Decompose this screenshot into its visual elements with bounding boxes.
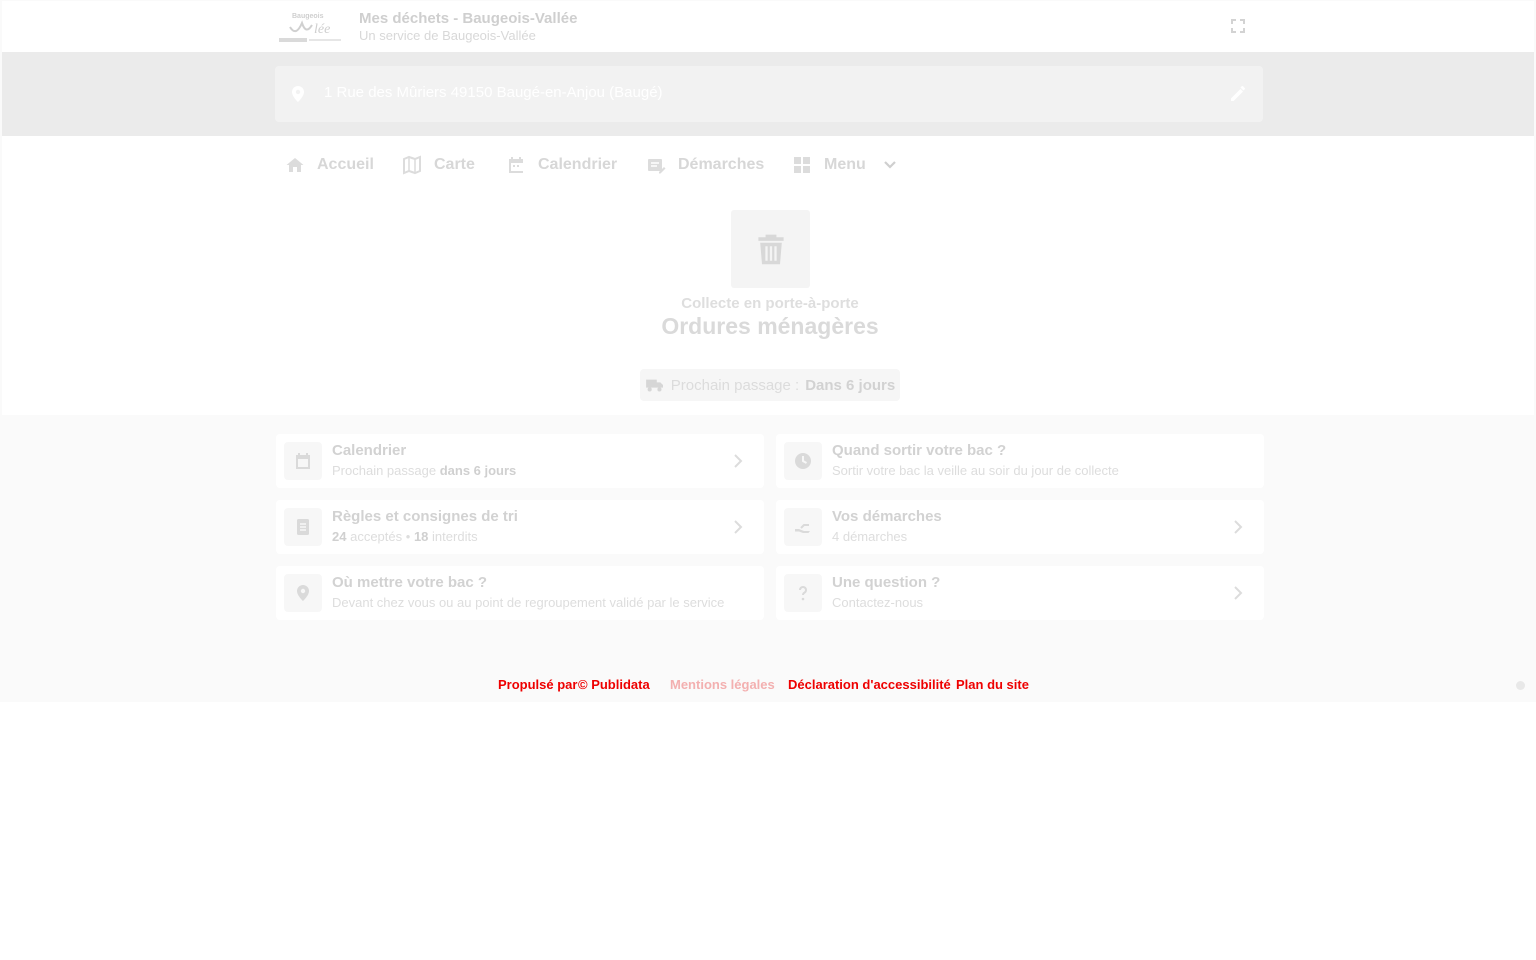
chevron-down-icon <box>884 161 896 169</box>
card-title: Quand sortir votre bac ? <box>832 442 1007 459</box>
collection-type: Collecte en porte-à-porte <box>681 295 859 312</box>
header <box>2 1 1534 52</box>
form-icon <box>648 159 666 174</box>
nav-label: Menu <box>824 156 866 173</box>
card-title: Une question ? <box>832 574 941 591</box>
nav-item-calendrier[interactable]: Calendrier <box>506 154 617 176</box>
card-quand-sortir[interactable]: Quand sortir votre bac ? Sortir votre ba… <box>776 434 1264 488</box>
waste-stream-title: Ordures ménagères <box>661 313 879 339</box>
card-subtitle: 24 acceptés • 18 interdits <box>332 529 478 544</box>
card-subtitle: 4 démarches <box>832 529 908 544</box>
nav-label: Accueil <box>317 156 374 173</box>
map-pin-icon <box>284 574 322 612</box>
card-title: Calendrier <box>332 442 407 459</box>
footer-link-accessibilite[interactable]: Déclaration d'accessibilité <box>788 677 951 692</box>
chevron-right-icon <box>734 454 743 468</box>
nav-label: Démarches <box>678 156 765 173</box>
card-subtitle: Prochain passage dans 6 jours <box>332 463 517 478</box>
fullscreen-icon[interactable] <box>1228 16 1248 36</box>
card-title: Où mettre votre bac ? <box>332 574 488 591</box>
card-subtitle: Devant chez vous ou au point de regroupe… <box>332 595 725 610</box>
next-collection-badge: Prochain passage : Dans 6 jours <box>640 369 900 401</box>
pencil-icon[interactable] <box>1227 83 1249 105</box>
nav-label: Carte <box>434 156 475 173</box>
svg-text:Baugeois: Baugeois <box>292 13 324 20</box>
card-une-question[interactable]: Une question ? Contactez-nous <box>776 566 1264 620</box>
card-subtitle: Sortir votre bac la veille au soir du jo… <box>832 463 1119 478</box>
status-dot <box>1516 681 1525 690</box>
card-vos-demarches[interactable]: Vos démarches 4 démarches <box>776 500 1264 554</box>
list-icon <box>284 508 322 546</box>
clock-icon <box>784 442 822 480</box>
truck-icon <box>645 379 663 392</box>
card-title: Vos démarches <box>832 508 942 525</box>
chevron-right-icon <box>734 520 743 534</box>
nav-item-menu[interactable]: Menu <box>792 154 900 176</box>
card-subtitle: Contactez-nous <box>832 595 924 610</box>
question-icon <box>784 574 822 612</box>
hand-icon <box>784 508 822 546</box>
app-title: Mes déchets - Baugeois-Vallée <box>359 10 578 27</box>
card-ou-mettre-bac[interactable]: Où mettre votre bac ? Devant chez vous o… <box>276 566 764 620</box>
footer-link-plan-site[interactable]: Plan du site <box>956 677 1029 692</box>
card-title: Règles et consignes de tri <box>332 508 518 525</box>
footer-link-mentions[interactable]: Mentions légales <box>670 677 775 692</box>
grid-icon <box>794 157 810 173</box>
main-nav <box>2 136 1534 193</box>
trash-icon <box>731 210 810 288</box>
calendar-icon <box>284 442 322 480</box>
nav-item-accueil[interactable]: Accueil <box>285 154 374 176</box>
chevron-right-icon <box>1234 520 1243 534</box>
next-collection-value: Dans 6 jours <box>805 376 896 394</box>
address-value[interactable]: 1 Rue des Mûriers 49150 Baugé-en-Anjou (… <box>324 84 663 101</box>
calendar-icon <box>509 157 523 173</box>
app-subtitle: Un service de Baugeois-Vallée <box>359 28 536 43</box>
next-collection-label: Prochain passage : <box>670 376 800 394</box>
nav-item-carte[interactable]: Carte <box>402 154 475 176</box>
map-icon <box>403 155 421 175</box>
footer-link-propulse[interactable]: Propulsé par <box>498 677 577 692</box>
footer-link-publidata[interactable]: © Publidata <box>578 677 650 692</box>
svg-text:lée: lée <box>314 22 330 37</box>
brand-logo[interactable]: Baugeois lée <box>276 9 344 44</box>
home-icon <box>286 158 304 172</box>
card-regles-tri[interactable]: Règles et consignes de tri 24 acceptés •… <box>276 500 764 554</box>
map-pin-icon <box>288 84 308 104</box>
nav-label: Calendrier <box>538 156 618 173</box>
card-calendrier[interactable]: Calendrier Prochain passage dans 6 jours <box>276 434 764 488</box>
chevron-right-icon <box>1234 586 1243 600</box>
nav-item-demarches[interactable]: Démarches <box>646 154 764 176</box>
